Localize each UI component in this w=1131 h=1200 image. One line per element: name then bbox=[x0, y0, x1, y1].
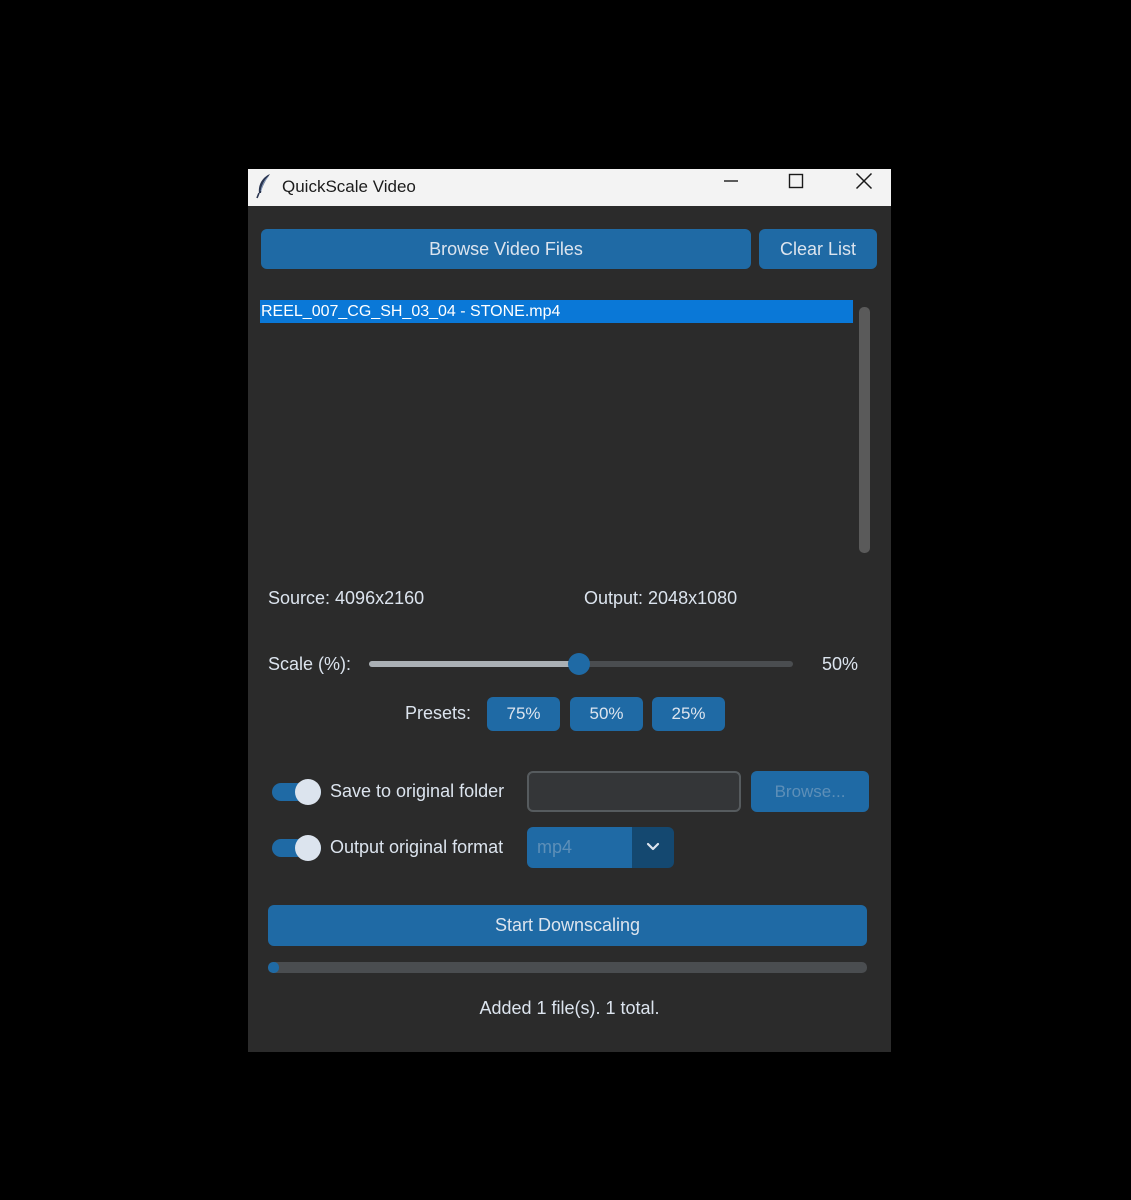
scrollbar-thumb[interactable] bbox=[859, 307, 870, 553]
save-to-original-folder-toggle[interactable] bbox=[272, 779, 321, 805]
minimize-button[interactable] bbox=[708, 169, 754, 198]
preset-25-button[interactable]: 25% bbox=[652, 697, 725, 731]
list-item[interactable]: REEL_007_CG_SH_03_04 - STONE.mp4 bbox=[260, 300, 853, 323]
output-resolution: Output: 2048x1080 bbox=[584, 588, 738, 608]
feather-icon bbox=[255, 173, 273, 199]
toggle-knob bbox=[295, 835, 321, 861]
title-bar: QuickScale Video bbox=[248, 169, 891, 206]
format-dropdown[interactable]: mp4 bbox=[527, 827, 674, 868]
close-button[interactable] bbox=[841, 169, 887, 198]
output-folder-input[interactable] bbox=[527, 771, 741, 812]
browse-video-files-button[interactable]: Browse Video Files bbox=[261, 229, 751, 269]
scale-value: 50% bbox=[822, 654, 859, 674]
source-resolution: Source: 4096x2160 bbox=[268, 588, 425, 608]
scale-slider[interactable] bbox=[369, 653, 793, 675]
close-icon bbox=[855, 172, 873, 195]
scale-label: Scale (%): bbox=[268, 654, 352, 674]
file-list[interactable]: REEL_007_CG_SH_03_04 - STONE.mp4 bbox=[260, 297, 854, 559]
browse-folder-button[interactable]: Browse... bbox=[751, 771, 869, 812]
maximize-button[interactable] bbox=[773, 169, 819, 198]
window-title: QuickScale Video bbox=[282, 177, 416, 196]
presets-label: Presets: bbox=[405, 703, 472, 723]
toggle-knob bbox=[295, 779, 321, 805]
save-to-original-folder-label: Save to original folder bbox=[330, 781, 505, 801]
format-dropdown-button[interactable] bbox=[632, 827, 674, 868]
output-original-format-label: Output original format bbox=[330, 837, 504, 857]
start-downscaling-button[interactable]: Start Downscaling bbox=[268, 905, 867, 946]
maximize-icon bbox=[788, 173, 804, 194]
output-original-format-toggle[interactable] bbox=[272, 835, 321, 861]
slider-handle[interactable] bbox=[568, 653, 590, 675]
slider-fill bbox=[369, 661, 579, 667]
chevron-down-icon bbox=[646, 839, 660, 857]
preset-50-button[interactable]: 50% bbox=[570, 697, 643, 731]
file-list-scrollbar[interactable] bbox=[859, 307, 870, 553]
clear-list-button[interactable]: Clear List bbox=[759, 229, 877, 269]
app-window: QuickScale Video Browse Video Files Clea… bbox=[248, 169, 891, 1052]
format-selected-value[interactable]: mp4 bbox=[527, 827, 632, 868]
minimize-icon bbox=[723, 173, 739, 194]
preset-75-button[interactable]: 75% bbox=[487, 697, 560, 731]
status-message: Added 1 file(s). 1 total. bbox=[479, 998, 660, 1018]
progress-fill bbox=[268, 962, 279, 973]
progress-bar bbox=[268, 962, 867, 973]
